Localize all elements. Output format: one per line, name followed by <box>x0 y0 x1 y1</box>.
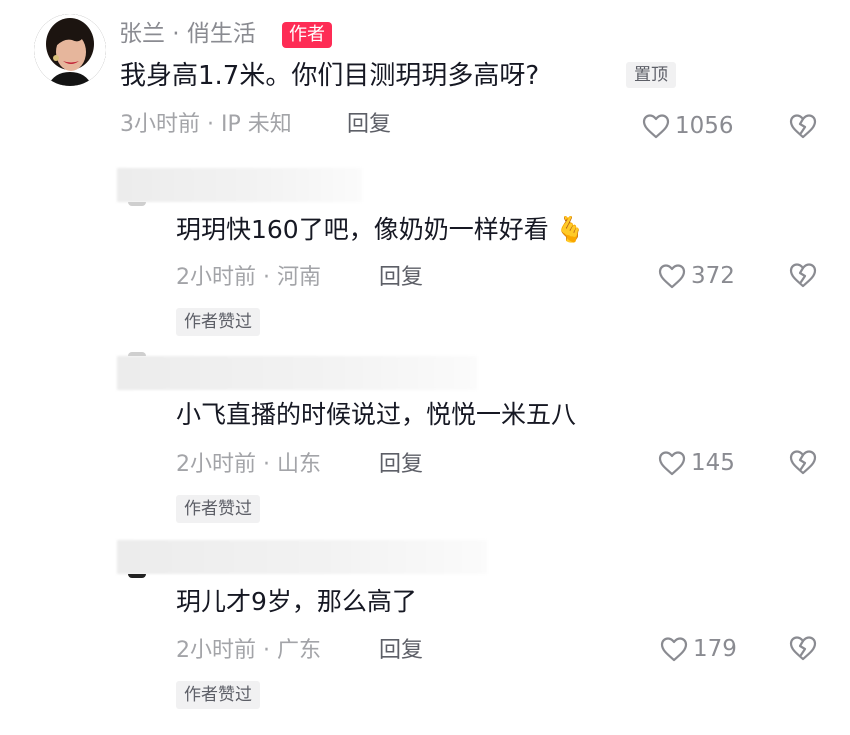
reply-button[interactable]: 回复 <box>379 636 423 666</box>
comment-meta: 3小时前 · IP 未知 <box>120 112 292 137</box>
reply-avatar <box>128 352 146 356</box>
broken-heart-icon <box>789 450 817 475</box>
blurred-username <box>117 540 487 574</box>
dislike-button[interactable] <box>789 448 817 476</box>
like-count: 179 <box>693 636 737 662</box>
broken-heart-icon <box>789 636 817 661</box>
reply-meta: 2小时前 · 广东 <box>176 638 321 663</box>
reply-meta: 2小时前 · 河南 <box>176 265 321 290</box>
author-avatar[interactable] <box>34 14 106 86</box>
author-liked-tag: 作者赞过 <box>176 681 260 709</box>
reply-text: 玥儿才9岁，那么高了 <box>176 587 417 616</box>
reply-meta: 2小时前 · 山东 <box>176 452 321 477</box>
reply-avatar <box>128 202 146 206</box>
like-button[interactable]: 372 <box>657 261 735 291</box>
reply-avatar <box>128 574 146 578</box>
blurred-username <box>117 168 362 202</box>
heart-outline-icon <box>658 264 686 289</box>
like-count: 372 <box>691 263 735 289</box>
broken-heart-icon <box>789 263 817 288</box>
reply-button[interactable]: 回复 <box>347 110 391 140</box>
heart-outline-icon <box>660 637 688 662</box>
reply-text: 玥玥快160了吧，像奶奶一样好看 🫰 <box>176 215 586 244</box>
dislike-button[interactable] <box>789 634 817 662</box>
blurred-username <box>117 356 477 390</box>
broken-heart-icon <box>789 114 817 139</box>
heart-outline-icon <box>658 451 686 476</box>
dislike-button[interactable] <box>789 261 817 289</box>
finger-heart-emoji: 🫰 <box>554 215 586 244</box>
author-name[interactable]: 张兰 · 俏生活 <box>119 18 256 50</box>
like-button[interactable]: 145 <box>657 448 735 478</box>
like-count: 145 <box>691 450 735 476</box>
like-count: 1056 <box>675 113 734 139</box>
heart-outline-icon <box>642 114 670 139</box>
author-liked-tag: 作者赞过 <box>176 495 260 523</box>
like-button[interactable]: 1056 <box>641 111 734 141</box>
reply-button[interactable]: 回复 <box>379 263 423 293</box>
reply-button[interactable]: 回复 <box>379 450 423 480</box>
pinned-tag: 置顶 <box>626 62 676 88</box>
author-liked-tag: 作者赞过 <box>176 308 260 336</box>
like-button[interactable]: 179 <box>659 634 737 664</box>
dislike-button[interactable] <box>789 112 817 140</box>
reply-text: 小飞直播的时候说过，悦悦一米五八 <box>176 400 577 429</box>
pinned-comment-text: 我身高1.7米。你们目测玥玥多高呀? <box>120 61 540 91</box>
author-badge: 作者 <box>282 22 332 48</box>
